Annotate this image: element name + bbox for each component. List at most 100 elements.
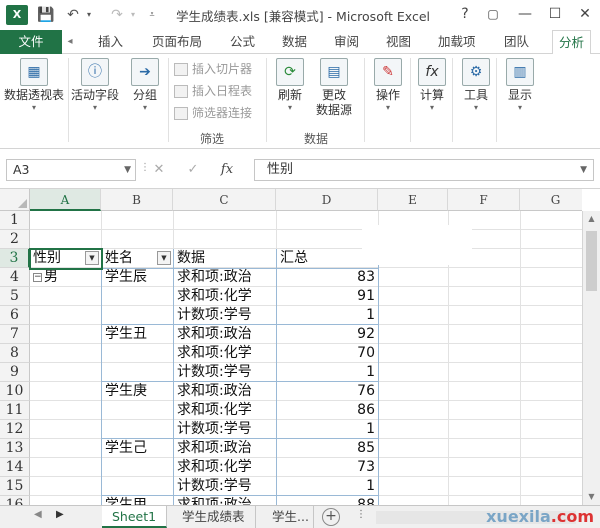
tab-addins[interactable]: 加载项 xyxy=(438,30,476,54)
row-header[interactable]: 6 xyxy=(0,306,30,325)
pivot-value[interactable]: 70 xyxy=(277,344,378,363)
pivot-data-label[interactable]: 计数项:学号 xyxy=(174,477,276,496)
ribbon-display-options-button[interactable]: ▢ xyxy=(480,3,506,25)
expand-formula-bar-icon[interactable]: ▼ xyxy=(580,160,587,180)
pivot-row-student[interactable]: 学生丑 xyxy=(102,325,173,344)
pivot-data-label[interactable]: 求和项:政治 xyxy=(174,496,276,505)
pivot-data-label[interactable]: 求和项:化学 xyxy=(174,287,276,306)
row-header[interactable]: 8 xyxy=(0,344,30,363)
pivot-row-student[interactable]: 学生庚 xyxy=(102,382,173,401)
row-header[interactable]: 1 xyxy=(0,211,30,230)
actions-button[interactable]: ✎ 操作 ▾ xyxy=(372,58,404,113)
pivot-value[interactable]: 1 xyxy=(277,306,378,325)
row-header[interactable]: 9 xyxy=(0,363,30,382)
pivot-row-student[interactable]: 学生甲 xyxy=(102,496,173,505)
sheet-tab-scores[interactable]: 学生成绩表 xyxy=(172,506,256,528)
pivot-table-button[interactable]: ▦ 数据透视表 ▾ xyxy=(4,58,64,113)
formula-input[interactable]: 性别 ▼ xyxy=(254,159,594,181)
insert-timeline-button[interactable]: 插入日程表 xyxy=(174,81,252,101)
undo-icon[interactable]: ↶ xyxy=(64,5,82,25)
column-header-a[interactable]: A xyxy=(30,189,101,211)
pivot-data-label[interactable]: 求和项:化学 xyxy=(174,458,276,477)
pivot-value[interactable]: 91 xyxy=(277,287,378,306)
tab-view[interactable]: 视图 xyxy=(386,30,411,54)
redo-icon[interactable]: ↷ xyxy=(108,5,126,25)
column-header-b[interactable]: B xyxy=(101,189,173,211)
column-header-e[interactable]: E xyxy=(378,189,448,211)
pivot-row-student[interactable]: 学生辰 xyxy=(102,268,173,287)
save-icon[interactable]: 💾 xyxy=(36,5,56,25)
row-header[interactable]: 2 xyxy=(0,230,30,249)
row-header[interactable]: 4 xyxy=(0,268,30,287)
column-header-g[interactable]: G xyxy=(520,189,582,211)
pivot-data-label[interactable]: 求和项:政治 xyxy=(174,382,276,401)
tabs-scroll-left-icon[interactable]: ◂ xyxy=(64,30,76,54)
tab-insert[interactable]: 插入 xyxy=(98,30,123,54)
tab-analyze[interactable]: 分析 xyxy=(552,30,592,55)
pivot-header-data[interactable]: 数据 xyxy=(174,249,276,268)
pivot-value[interactable]: 1 xyxy=(277,420,378,439)
pivot-data-label[interactable]: 求和项:政治 xyxy=(174,268,276,287)
pivot-data-label[interactable]: 求和项:化学 xyxy=(174,401,276,420)
tab-team[interactable]: 团队 xyxy=(504,30,529,54)
tab-review[interactable]: 审阅 xyxy=(334,30,359,54)
pivot-data-label[interactable]: 计数项:学号 xyxy=(174,420,276,439)
tab-data[interactable]: 数据 xyxy=(282,30,307,54)
sheet-tab-sheet1[interactable]: Sheet1 xyxy=(102,506,168,528)
row-header[interactable]: 11 xyxy=(0,401,30,420)
scroll-thumb[interactable] xyxy=(586,231,597,291)
pivot-data-label[interactable]: 求和项:化学 xyxy=(174,344,276,363)
column-header-d[interactable]: D xyxy=(276,189,378,211)
active-field-button[interactable]: ⓘ 活动字段 ▾ xyxy=(70,58,120,113)
pivot-data-label[interactable]: 求和项:政治 xyxy=(174,439,276,458)
sheet-tab-student[interactable]: 学生... xyxy=(262,506,314,528)
pivot-data-label[interactable]: 计数项:学号 xyxy=(174,363,276,382)
show-button[interactable]: ▥ 显示 ▾ xyxy=(504,58,536,113)
tab-formulas[interactable]: 公式 xyxy=(230,30,255,54)
row-header[interactable]: 3 xyxy=(0,249,30,268)
change-data-source-button[interactable]: ▤ 更改 数据源 xyxy=(312,58,356,118)
column-header-c[interactable]: C xyxy=(173,189,276,211)
calculations-button[interactable]: fx 计算 ▾ xyxy=(416,58,448,113)
undo-dropdown-icon[interactable]: ▾ xyxy=(84,5,94,25)
pivot-value[interactable]: 1 xyxy=(277,363,378,382)
chevron-down-icon[interactable]: ▼ xyxy=(124,160,131,180)
cancel-entry-icon[interactable]: ✕ xyxy=(146,159,172,181)
row-header[interactable]: 5 xyxy=(0,287,30,306)
row-header[interactable]: 12 xyxy=(0,420,30,439)
close-button[interactable]: ✕ xyxy=(572,3,598,25)
row-header[interactable]: 14 xyxy=(0,458,30,477)
pivot-value[interactable]: 76 xyxy=(277,382,378,401)
vertical-scrollbar[interactable]: ▲ ▼ xyxy=(582,211,600,505)
row-header[interactable]: 7 xyxy=(0,325,30,344)
name-box[interactable]: A3 ▼ xyxy=(6,159,136,181)
excel-app-icon[interactable]: X xyxy=(6,5,28,25)
row-header[interactable]: 10 xyxy=(0,382,30,401)
add-sheet-icon[interactable]: + xyxy=(322,508,340,526)
enter-entry-icon[interactable]: ✓ xyxy=(180,159,206,181)
help-button[interactable]: ? xyxy=(452,3,478,25)
row-header[interactable]: 13 xyxy=(0,439,30,458)
filter-connections-button[interactable]: 筛选器连接 xyxy=(174,103,252,123)
maximize-button[interactable]: ☐ xyxy=(542,3,568,25)
pivot-value[interactable]: 86 xyxy=(277,401,378,420)
insert-slicer-button[interactable]: 插入切片器 xyxy=(174,59,252,79)
pivot-row-student[interactable]: 学生己 xyxy=(102,439,173,458)
pivot-value[interactable]: 88 xyxy=(277,496,378,505)
customize-quick-access-icon[interactable]: ⩡ xyxy=(146,5,158,25)
tab-page-layout[interactable]: 页面布局 xyxy=(152,30,202,54)
next-sheet-icon[interactable]: ▶ xyxy=(56,509,64,520)
redo-dropdown-icon[interactable]: ▾ xyxy=(128,5,138,25)
refresh-button[interactable]: ⟳ 刷新 ▾ xyxy=(272,58,308,113)
row-header[interactable]: 15 xyxy=(0,477,30,496)
column-header-f[interactable]: F xyxy=(448,189,520,211)
insert-function-icon[interactable]: fx xyxy=(214,159,240,181)
worksheet-grid[interactable]: A B C D E F G 1 2 3 4 5 6 7 8 9 10 11 12 13 14 15 16 性别… xyxy=(0,189,582,505)
scroll-up-icon[interactable]: ▲ xyxy=(583,211,600,227)
row-header[interactable]: 16 xyxy=(0,496,30,505)
tab-file[interactable]: 文件 xyxy=(0,30,62,54)
pivot-value[interactable]: 92 xyxy=(277,325,378,344)
pivot-value[interactable]: 85 xyxy=(277,439,378,458)
minimize-button[interactable]: — xyxy=(512,3,538,25)
collapse-icon[interactable]: − xyxy=(33,272,42,282)
